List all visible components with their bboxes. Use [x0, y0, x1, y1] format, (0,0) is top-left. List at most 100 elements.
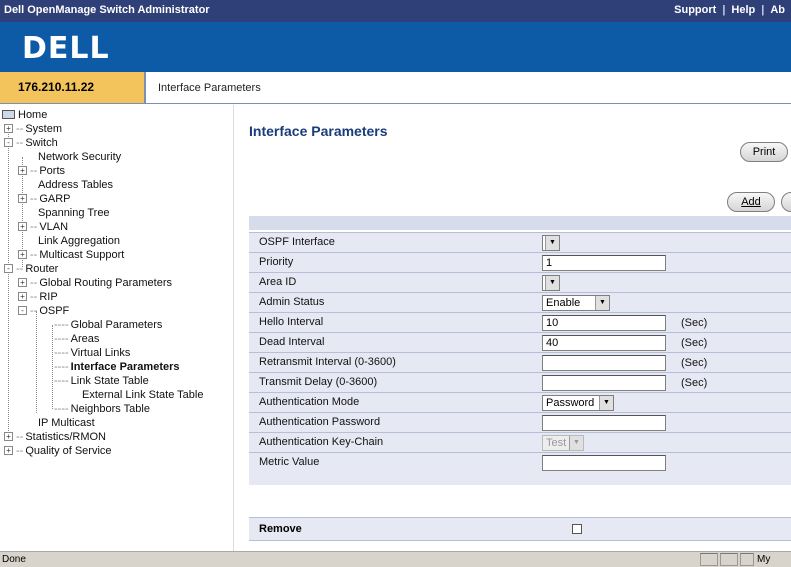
auth-password-row: Authentication Password — [249, 412, 791, 432]
brand-bar: DELL — [0, 22, 791, 72]
expand-icon[interactable]: + — [18, 166, 27, 175]
tree-label: Spanning Tree — [38, 207, 110, 219]
tree-item-link-aggregation[interactable]: Link Aggregation — [38, 234, 120, 248]
unit-label: (Sec) — [681, 337, 708, 349]
tree-item-neighbors-table[interactable]: ---- Neighbors Table — [54, 402, 150, 416]
tree-item-global-parameters[interactable]: ---- Global Parameters — [54, 318, 162, 332]
expand-icon[interactable]: + — [18, 222, 27, 231]
tree-label: Link State Table — [70, 375, 149, 387]
dropdown-arrow-icon: ▼ — [599, 396, 613, 410]
remove-label: Remove — [259, 523, 302, 535]
transmit-delay-input[interactable] — [542, 375, 666, 391]
tree-label: VLAN — [39, 221, 69, 233]
ospf-interface-select[interactable]: ▼ — [542, 235, 560, 251]
priority-input[interactable]: 1 — [542, 255, 666, 271]
auth-mode-select[interactable]: Password ▼ — [542, 395, 614, 411]
priority-row: Priority 1 — [249, 252, 791, 272]
unit-label: (Sec) — [681, 377, 708, 389]
tree-label: Virtual Links — [70, 347, 131, 359]
expand-icon[interactable]: + — [4, 432, 13, 441]
expand-icon[interactable]: + — [18, 292, 27, 301]
status-text: Done — [2, 554, 26, 565]
field-label: Metric Value — [259, 456, 320, 468]
field-label: Admin Status — [259, 296, 325, 308]
tree-item-rip[interactable]: + -- RIP — [18, 290, 58, 304]
tree-item-virtual-links[interactable]: ---- Virtual Links — [54, 346, 130, 360]
area-id-select[interactable]: ▼ — [542, 275, 560, 291]
collapse-icon[interactable]: - — [18, 306, 27, 315]
tree-label: Areas — [70, 333, 100, 345]
collapse-icon[interactable]: - — [4, 138, 13, 147]
dell-logo: DELL — [22, 31, 110, 66]
ip-bar: 176.210.11.22 Interface Parameters — [0, 72, 791, 104]
expand-icon[interactable]: + — [4, 446, 13, 455]
device-ip: 176.210.11.22 — [0, 72, 146, 103]
metric-value-row: Metric Value — [249, 452, 791, 472]
tree-item-link-state-table[interactable]: ---- Link State Table — [54, 374, 149, 388]
title-bar: Dell OpenManage Switch Administrator Sup… — [0, 0, 791, 22]
tree-label: Interface Parameters — [70, 361, 180, 373]
tree-label: Global Routing Parameters — [39, 277, 173, 289]
status-pane — [700, 553, 718, 566]
tree-item-quality-of-service[interactable]: + -- Quality of Service — [4, 444, 112, 458]
auth-key-chain-select[interactable]: Test ▼ — [542, 435, 584, 451]
tree-label: OSPF — [39, 305, 70, 317]
collapse-icon[interactable]: - — [4, 264, 13, 273]
remove-checkbox[interactable] — [572, 524, 582, 534]
tree-item-router[interactable]: - -- Router — [4, 262, 58, 276]
top-links: Support | Help | Ab — [668, 4, 791, 16]
tree-item-network-security[interactable]: Network Security — [38, 150, 121, 164]
tree-label: RIP — [39, 291, 58, 303]
expand-icon[interactable]: + — [18, 250, 27, 259]
hello-interval-input[interactable]: 10 — [542, 315, 666, 331]
tree-label: IP Multicast — [38, 417, 95, 429]
expand-icon[interactable]: + — [4, 124, 13, 133]
print-button[interactable]: Print — [740, 142, 788, 162]
tree-label: Quality of Service — [25, 445, 112, 457]
tree-label: Multicast Support — [39, 249, 125, 261]
field-label: Authentication Password — [259, 416, 381, 428]
tree-item-home[interactable]: Home — [2, 108, 47, 122]
tree-item-address-tables[interactable]: Address Tables — [38, 178, 113, 192]
tree-label: Switch — [25, 137, 58, 149]
tree-item-ospf[interactable]: - -- OSPF — [18, 304, 69, 318]
field-label: Transmit Delay (0-3600) — [259, 376, 378, 388]
tree-item-ports[interactable]: + -- Ports — [18, 164, 65, 178]
retransmit-interval-input[interactable] — [542, 355, 666, 371]
tree-label: System — [25, 123, 63, 135]
tree-item-garp[interactable]: + -- GARP — [18, 192, 71, 206]
tree-item-global-routing-parameters[interactable]: + -- Global Routing Parameters — [18, 276, 172, 290]
page-title: Interface Parameters — [249, 123, 388, 139]
tree-label: Router — [25, 263, 59, 275]
tree-item-multicast-support[interactable]: + -- Multicast Support — [18, 248, 124, 262]
retransmit-interval-row: Retransmit Interval (0-3600) (Sec) — [249, 352, 791, 372]
tree-item-spanning-tree[interactable]: Spanning Tree — [38, 206, 110, 220]
expand-icon[interactable]: + — [18, 194, 27, 203]
add-button[interactable]: Add — [727, 192, 775, 212]
tree-item-interface-parameters[interactable]: ---- Interface Parameters — [54, 360, 180, 374]
main-content: Interface Parameters Print Add OSPF Inte… — [235, 105, 791, 551]
tree-item-external-link-state-table[interactable]: External Link State Table — [82, 388, 203, 402]
about-link[interactable]: Ab — [764, 4, 791, 16]
expand-icon[interactable]: + — [18, 278, 27, 287]
tree-item-areas[interactable]: ---- Areas — [54, 332, 99, 346]
tree-item-statistics-rmon[interactable]: + -- Statistics/RMON — [4, 430, 106, 444]
field-label: Authentication Key-Chain — [259, 436, 384, 448]
auth-mode-row: Authentication Mode Password ▼ — [249, 392, 791, 412]
status-pane — [740, 553, 754, 566]
tree-item-switch[interactable]: - -- Switch — [4, 136, 58, 150]
more-button[interactable] — [781, 192, 791, 212]
computer-icon — [2, 110, 15, 119]
dead-interval-input[interactable]: 40 — [542, 335, 666, 351]
tree-item-vlan[interactable]: + -- VLAN — [18, 220, 68, 234]
tree-item-ip-multicast[interactable]: IP Multicast — [38, 416, 95, 430]
metric-value-input[interactable] — [542, 455, 666, 471]
help-link[interactable]: Help — [725, 4, 761, 16]
tree-item-system[interactable]: + -- System — [4, 122, 62, 136]
tree-label: GARP — [39, 193, 71, 205]
field-label: Hello Interval — [259, 316, 324, 328]
auth-password-input[interactable] — [542, 415, 666, 431]
support-link[interactable]: Support — [668, 4, 722, 16]
admin-status-select[interactable]: Enable ▼ — [542, 295, 610, 311]
admin-status-row: Admin Status Enable ▼ — [249, 292, 791, 312]
